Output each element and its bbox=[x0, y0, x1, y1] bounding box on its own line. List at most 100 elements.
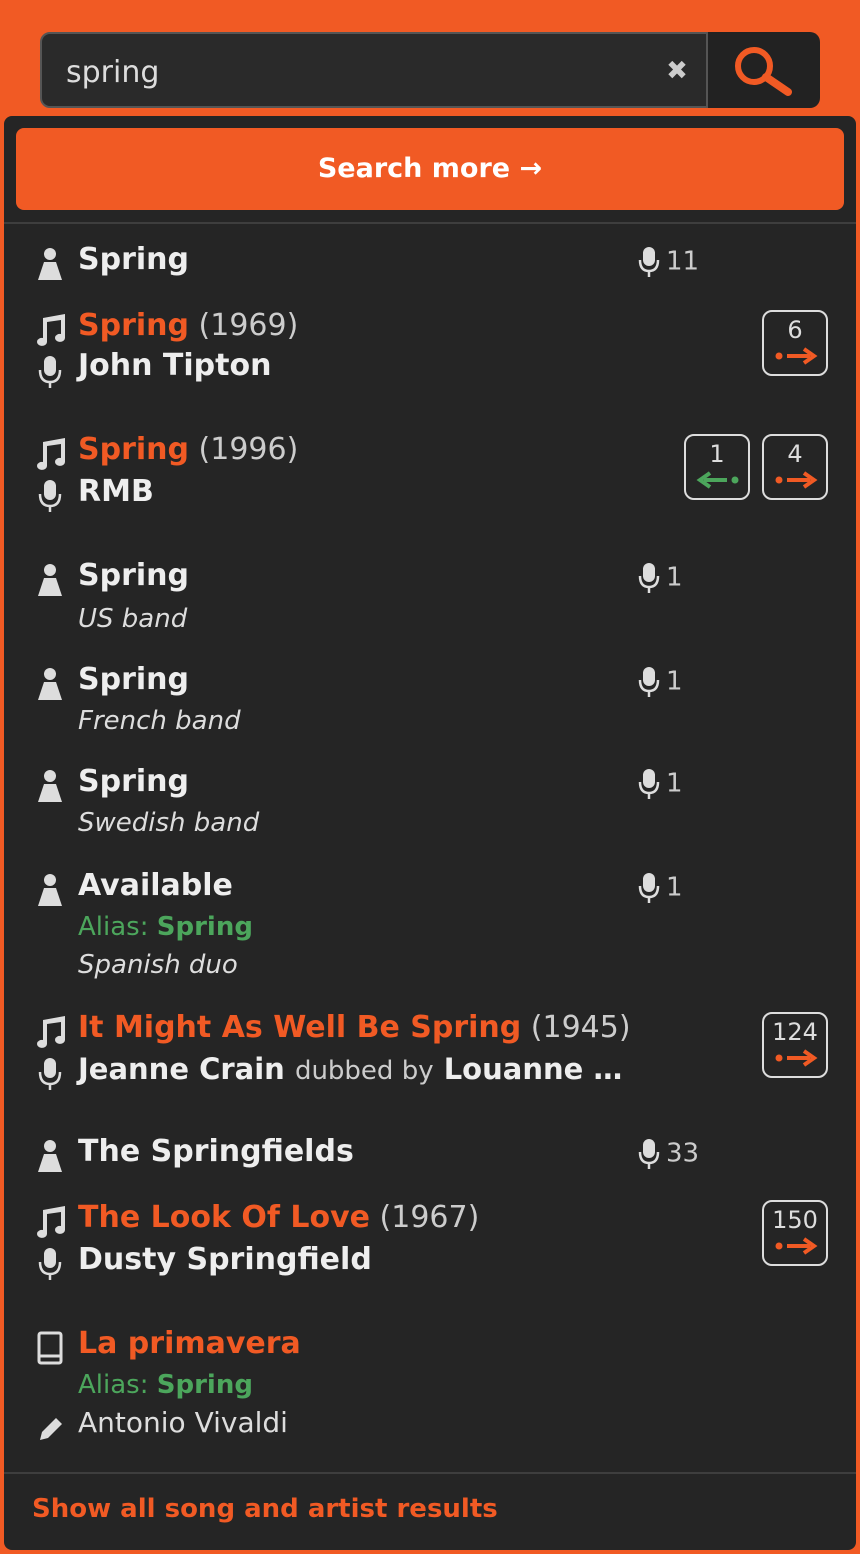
artist-name: Spring bbox=[78, 242, 189, 277]
microphone-icon bbox=[638, 1139, 660, 1169]
microphone-icon bbox=[638, 769, 660, 799]
song-count-value: 1 bbox=[666, 666, 683, 697]
search-bar: ✖ bbox=[40, 32, 820, 108]
artist-name: The Springfields bbox=[78, 1134, 354, 1169]
person-icon bbox=[38, 248, 62, 280]
music-note-icon bbox=[37, 438, 65, 470]
song-count: 1 bbox=[638, 562, 683, 594]
song-artist-line: Jeanne Crain dubbed by Louanne … bbox=[78, 1052, 622, 1086]
song-count-value: 33 bbox=[666, 1138, 700, 1169]
back-count-badge[interactable]: 1 bbox=[684, 434, 750, 500]
work-composer: Antonio Vivaldi bbox=[78, 1406, 288, 1439]
clear-icon[interactable]: ✖ bbox=[662, 56, 692, 86]
divider bbox=[4, 222, 856, 224]
song-count: 1 bbox=[638, 666, 683, 698]
forward-count-badge[interactable]: 4 bbox=[762, 434, 828, 500]
song-title-line: The Look Of Love (1967) bbox=[78, 1200, 479, 1235]
person-icon bbox=[38, 564, 62, 596]
music-note-icon bbox=[37, 1016, 65, 1048]
song-count-value: 1 bbox=[666, 562, 683, 593]
search-button[interactable] bbox=[708, 32, 820, 108]
person-icon bbox=[38, 668, 62, 700]
show-all-results-link[interactable]: Show all song and artist results bbox=[32, 1494, 498, 1524]
artist-description: Spanish duo bbox=[78, 950, 238, 980]
search-input[interactable] bbox=[66, 52, 646, 92]
song-title: The Look Of Love bbox=[78, 1200, 370, 1235]
music-note-icon bbox=[37, 314, 65, 346]
search-more-button[interactable]: Search more → bbox=[16, 128, 844, 210]
result-artist[interactable]: Spring US band 1 bbox=[4, 556, 856, 646]
artist-name: Spring bbox=[78, 764, 189, 799]
song-title: It Might As Well Be Spring bbox=[78, 1010, 522, 1045]
music-note-icon bbox=[37, 1206, 65, 1238]
artist-name: Spring bbox=[78, 558, 189, 593]
forward-count: 4 bbox=[787, 440, 803, 468]
back-count: 1 bbox=[709, 440, 725, 468]
arrow-left-icon bbox=[696, 471, 739, 489]
microphone-icon bbox=[38, 1058, 62, 1090]
song-title-line: Spring (1996) bbox=[78, 432, 298, 467]
result-artist[interactable]: The Springfields 33 bbox=[4, 1132, 856, 1192]
song-title-line: It Might As Well Be Spring (1945) bbox=[78, 1010, 631, 1045]
song-artist: RMB bbox=[78, 474, 154, 509]
alias-value: Spring bbox=[156, 912, 253, 942]
arrow-right-icon bbox=[775, 1237, 818, 1255]
song-count-value: 11 bbox=[666, 246, 700, 277]
arrow-right-icon bbox=[775, 471, 818, 489]
work-title: La primavera bbox=[78, 1326, 301, 1361]
result-song[interactable]: Spring (1969) John Tipton 6 bbox=[4, 304, 856, 404]
artist-alias: Alias: Spring bbox=[78, 912, 253, 942]
result-work[interactable]: La primavera Alias: Spring Antonio Vival… bbox=[4, 1322, 856, 1452]
result-song[interactable]: The Look Of Love (1967) Dusty Springfiel… bbox=[4, 1196, 856, 1296]
song-count: 33 bbox=[638, 1138, 699, 1170]
microphone-icon bbox=[38, 480, 62, 512]
alias-label: Alias: bbox=[78, 1370, 149, 1400]
song-artist: Dusty Springfield bbox=[78, 1242, 372, 1277]
song-title: Spring bbox=[78, 308, 189, 343]
book-icon bbox=[37, 1331, 63, 1365]
forward-count-badge[interactable]: 150 bbox=[762, 1200, 828, 1266]
results-dropdown: Search more → Spring 11 Spring (1969) Jo… bbox=[4, 116, 856, 1550]
forward-count: 150 bbox=[772, 1206, 818, 1234]
result-song[interactable]: It Might As Well Be Spring (1945) Jeanne… bbox=[4, 1006, 856, 1106]
result-artist[interactable]: Available Alias: Spring Spanish duo 1 bbox=[4, 866, 856, 996]
forward-count: 124 bbox=[772, 1018, 818, 1046]
song-title: Spring bbox=[78, 432, 189, 467]
song-count-value: 1 bbox=[666, 768, 683, 799]
person-icon bbox=[38, 1140, 62, 1172]
artist-name: Available bbox=[78, 868, 233, 903]
artist-name: Spring bbox=[78, 662, 189, 697]
arrow-right-icon bbox=[775, 347, 818, 365]
artist-description: French band bbox=[78, 706, 241, 736]
alias-value: Spring bbox=[156, 1370, 253, 1400]
song-title-line: Spring (1969) bbox=[78, 308, 298, 343]
song-year: (1996) bbox=[198, 432, 299, 467]
divider bbox=[4, 1472, 856, 1474]
result-artist[interactable]: Spring 11 bbox=[4, 238, 856, 298]
forward-count-badge[interactable]: 6 bbox=[762, 310, 828, 376]
forward-count: 6 bbox=[787, 316, 803, 344]
artist-description: Swedish band bbox=[78, 808, 260, 838]
forward-count-badge[interactable]: 124 bbox=[762, 1012, 828, 1078]
magnifier-icon bbox=[735, 47, 792, 96]
song-artist: John Tipton bbox=[78, 348, 272, 383]
work-alias: Alias: Spring bbox=[78, 1370, 253, 1400]
person-icon bbox=[38, 874, 62, 906]
microphone-icon bbox=[38, 356, 62, 388]
result-artist[interactable]: Spring Swedish band 1 bbox=[4, 762, 856, 852]
dubbed-label: dubbed by bbox=[294, 1056, 434, 1086]
result-artist[interactable]: Spring French band 1 bbox=[4, 660, 856, 750]
song-count: 1 bbox=[638, 768, 683, 800]
song-count-value: 1 bbox=[666, 872, 683, 903]
result-song[interactable]: Spring (1996) RMB 1 4 bbox=[4, 428, 856, 528]
arrow-right-icon bbox=[775, 1049, 818, 1067]
song-count: 11 bbox=[638, 246, 699, 278]
search-box: ✖ bbox=[40, 32, 708, 108]
song-artist: Jeanne Crain bbox=[78, 1052, 285, 1086]
song-count: 1 bbox=[638, 872, 683, 904]
microphone-icon bbox=[638, 873, 660, 903]
song-year: (1945) bbox=[530, 1010, 631, 1045]
microphone-icon bbox=[638, 667, 660, 697]
artist-description: US band bbox=[78, 604, 188, 634]
microphone-icon bbox=[638, 563, 660, 593]
